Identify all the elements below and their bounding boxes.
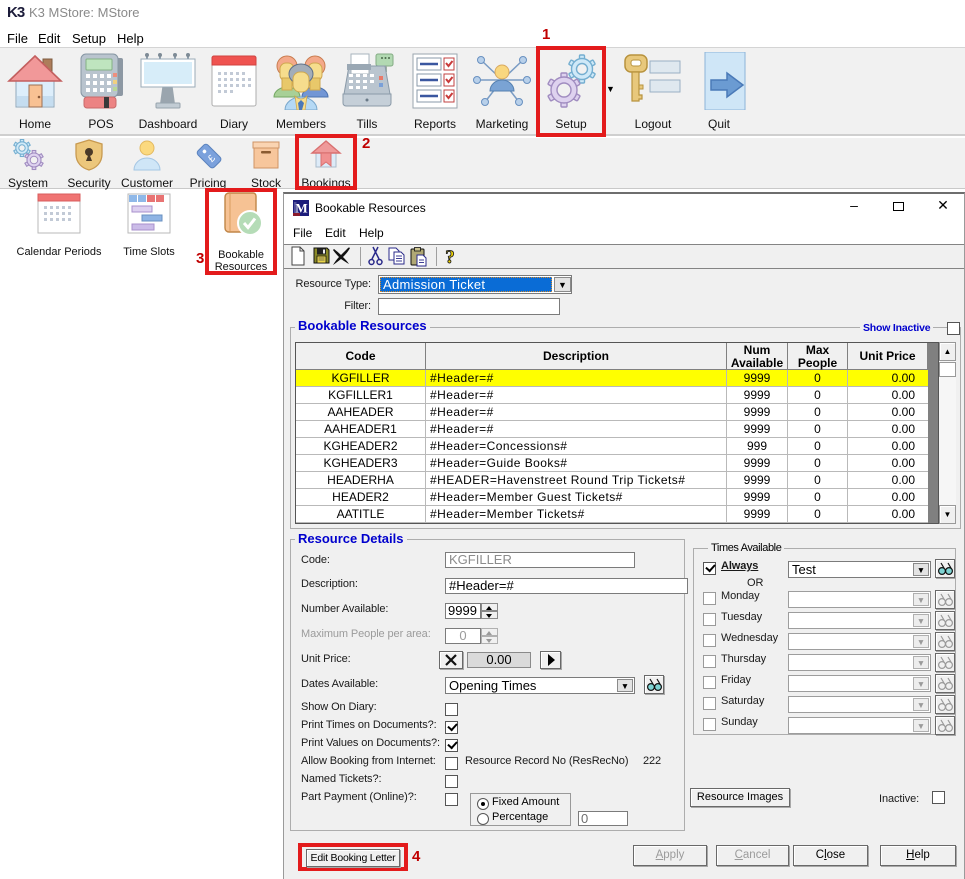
svg-text:M: M [295,201,307,216]
svg-text:?: ? [445,247,455,268]
